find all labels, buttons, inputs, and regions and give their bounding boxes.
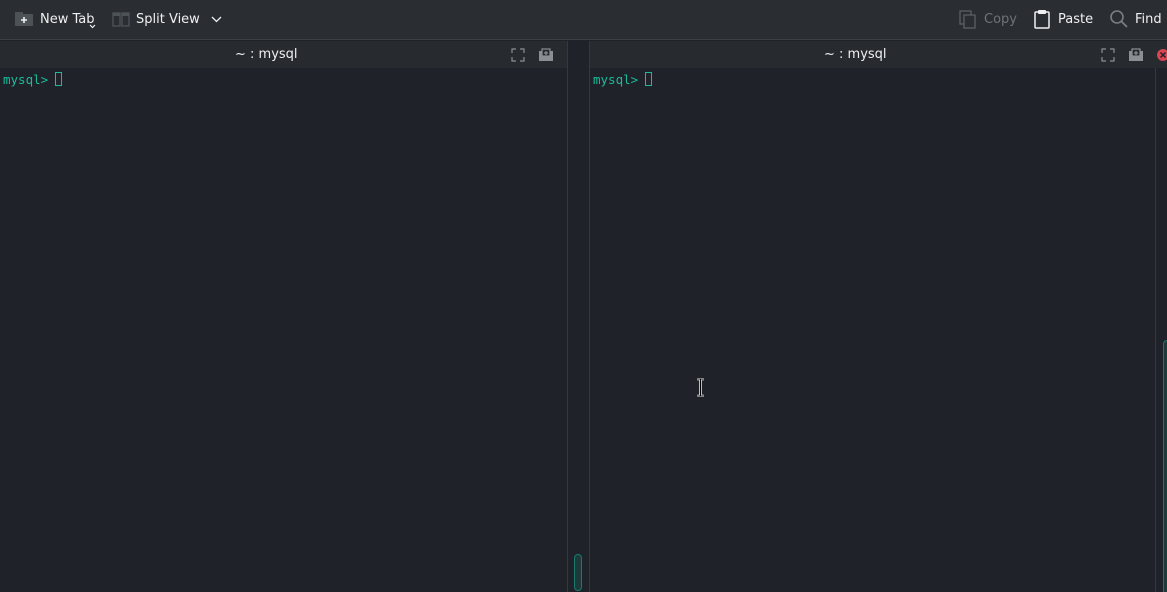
- chevron-down-icon[interactable]: [89, 24, 96, 29]
- terminal-prompt-line: mysql>: [593, 71, 653, 87]
- mysql-prompt: mysql>: [593, 71, 639, 87]
- toolbar: New Tab Split View Copy Paste Find: [0, 0, 1167, 40]
- chevron-down-icon[interactable]: [211, 16, 222, 23]
- copy-icon: [958, 9, 978, 29]
- split-view-label: Split View: [136, 11, 200, 27]
- terminal-pane-right[interactable]: ~ : mysql mysql>: [590, 41, 1167, 592]
- new-tab-icon: [14, 11, 34, 27]
- paste-button[interactable]: Paste: [1033, 6, 1093, 32]
- copy-label: Copy: [984, 11, 1017, 27]
- terminal-pane-left[interactable]: ~ : mysql mysql>: [0, 41, 567, 592]
- konsole-window: New Tab Split View Copy Paste Find ~: m…: [0, 0, 1167, 592]
- pane-title: ~ : mysql: [235, 47, 298, 62]
- paste-icon: [1033, 9, 1051, 29]
- close-icon[interactable]: [1156, 47, 1167, 66]
- text-cursor: [55, 72, 63, 86]
- left-pane-scrollbar[interactable]: [567, 41, 590, 592]
- new-tab-label: New Tab: [40, 11, 95, 27]
- pane-title: ~ : mysql: [824, 47, 887, 62]
- mouse-ibeam-cursor: [696, 377, 705, 401]
- copy-button[interactable]: Copy: [958, 6, 1017, 32]
- find-button[interactable]: Find: [1109, 6, 1162, 32]
- scrollbar-thumb[interactable]: [574, 554, 582, 591]
- split-view-button[interactable]: Split View: [112, 6, 222, 32]
- mysql-prompt: mysql>: [3, 71, 49, 87]
- scrollbar-thumb[interactable]: [1163, 340, 1167, 592]
- detach-icon[interactable]: [1128, 47, 1144, 66]
- split-view-icon: [112, 11, 130, 27]
- maximize-icon[interactable]: [1101, 47, 1115, 66]
- search-icon: [1109, 9, 1129, 29]
- pane-header: ~ : mysql: [590, 41, 1167, 68]
- detach-icon[interactable]: [538, 47, 554, 66]
- find-label: Find: [1135, 11, 1162, 27]
- right-pane-scrollbar[interactable]: [1155, 68, 1156, 592]
- terminal-prompt-line: mysql>: [3, 71, 63, 87]
- new-tab-button[interactable]: New Tab: [14, 6, 96, 32]
- pane-header: ~ : mysql: [0, 41, 567, 68]
- text-cursor: [645, 72, 653, 86]
- paste-label: Paste: [1058, 11, 1094, 27]
- maximize-icon[interactable]: [511, 47, 525, 66]
